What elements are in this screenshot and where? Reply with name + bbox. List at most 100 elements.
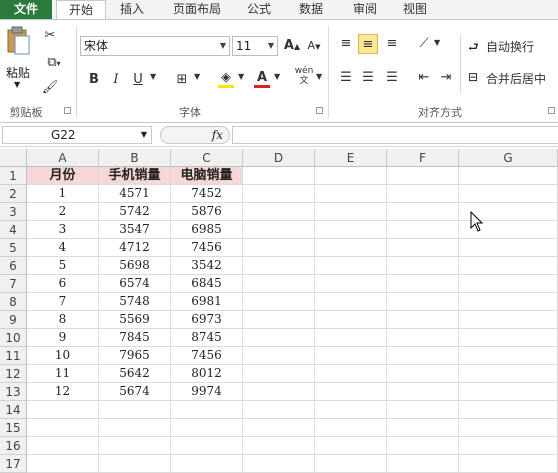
header-cell[interactable]: 月份 [27,167,99,185]
empty-cell[interactable] [243,257,315,275]
empty-cell[interactable] [243,221,315,239]
tab-formulas[interactable]: 公式 [238,0,280,19]
align-top-icon[interactable]: ≡ [336,34,356,54]
empty-cell[interactable] [459,437,558,455]
empty-cell[interactable] [243,401,315,419]
data-cell[interactable]: 7456 [171,347,243,365]
empty-cell[interactable] [387,185,459,203]
empty-cell[interactable] [171,437,243,455]
empty-cell[interactable] [387,239,459,257]
empty-cell[interactable] [387,275,459,293]
empty-cell[interactable] [387,311,459,329]
data-cell[interactable]: 9974 [171,383,243,401]
data-cell[interactable]: 6 [27,275,99,293]
empty-cell[interactable] [315,293,387,311]
clipboard-launcher-icon[interactable] [64,107,71,114]
empty-cell[interactable] [459,167,558,185]
empty-cell[interactable] [315,455,387,473]
empty-cell[interactable] [243,419,315,437]
tab-insert[interactable]: 插入 [108,0,156,19]
empty-cell[interactable] [315,347,387,365]
empty-cell[interactable] [99,455,171,473]
empty-cell[interactable] [459,365,558,383]
empty-cell[interactable] [459,329,558,347]
empty-cell[interactable] [459,347,558,365]
empty-cell[interactable] [315,257,387,275]
empty-cell[interactable] [315,365,387,383]
row-header[interactable]: 17 [0,455,27,473]
row-header[interactable]: 9 [0,311,27,329]
empty-cell[interactable] [387,203,459,221]
data-cell[interactable]: 11 [27,365,99,383]
empty-cell[interactable] [99,437,171,455]
empty-cell[interactable] [99,401,171,419]
empty-cell[interactable] [387,347,459,365]
empty-cell[interactable] [459,401,558,419]
empty-cell[interactable] [387,383,459,401]
copy-icon[interactable]: ⧉▾ [40,53,68,73]
column-header[interactable]: C [171,149,243,167]
tab-data[interactable]: 数据 [288,0,334,19]
increase-indent-icon[interactable]: ⇥ [436,68,456,88]
empty-cell[interactable] [315,167,387,185]
bold-button[interactable]: B [84,70,104,90]
align-right-icon[interactable]: ☰ [382,68,402,88]
empty-cell[interactable] [315,203,387,221]
empty-cell[interactable] [315,437,387,455]
empty-cell[interactable] [171,419,243,437]
empty-cell[interactable] [243,437,315,455]
empty-cell[interactable] [27,401,99,419]
data-cell[interactable]: 5698 [99,257,171,275]
empty-cell[interactable] [459,239,558,257]
empty-cell[interactable] [315,329,387,347]
data-cell[interactable]: 3542 [171,257,243,275]
row-header[interactable]: 2 [0,185,27,203]
empty-cell[interactable] [243,365,315,383]
row-header[interactable]: 13 [0,383,27,401]
font-launcher-icon[interactable] [316,107,323,114]
empty-cell[interactable] [315,239,387,257]
empty-cell[interactable] [387,257,459,275]
data-cell[interactable]: 7 [27,293,99,311]
empty-cell[interactable] [243,311,315,329]
data-cell[interactable]: 7965 [99,347,171,365]
empty-cell[interactable] [387,401,459,419]
data-cell[interactable]: 3 [27,221,99,239]
grow-font-button[interactable]: A▲ [282,36,302,56]
data-cell[interactable]: 6574 [99,275,171,293]
phonetic-dropdown-icon[interactable]: ▼ [316,72,322,81]
data-cell[interactable]: 4 [27,239,99,257]
data-cell[interactable]: 12 [27,383,99,401]
row-header[interactable]: 15 [0,419,27,437]
select-all-corner[interactable] [0,149,27,167]
underline-button[interactable]: U [128,70,148,90]
data-cell[interactable]: 8745 [171,329,243,347]
empty-cell[interactable] [387,437,459,455]
paste-button[interactable]: 粘贴 ▼ [4,26,34,89]
borders-dropdown-icon[interactable]: ▼ [194,72,200,81]
align-center-icon[interactable]: ☰ [358,68,378,88]
empty-cell[interactable] [387,167,459,185]
empty-cell[interactable] [315,221,387,239]
empty-cell[interactable] [315,401,387,419]
tab-review[interactable]: 审阅 [344,0,386,19]
data-cell[interactable]: 5642 [99,365,171,383]
phonetic-button[interactable]: wén 文 [292,66,316,86]
fill-color-dropdown-icon[interactable]: ▼ [238,72,244,81]
row-header[interactable]: 5 [0,239,27,257]
data-cell[interactable]: 6985 [171,221,243,239]
header-cell[interactable]: 手机销量 [99,167,171,185]
font-size-combo[interactable]: 11 ▼ [232,36,278,56]
empty-cell[interactable] [387,293,459,311]
orientation-icon[interactable]: ⟋ [414,34,434,54]
data-cell[interactable]: 5748 [99,293,171,311]
empty-cell[interactable] [243,239,315,257]
empty-cell[interactable] [459,383,558,401]
empty-cell[interactable] [315,383,387,401]
row-header[interactable]: 4 [0,221,27,239]
data-cell[interactable]: 6981 [171,293,243,311]
data-cell[interactable]: 1 [27,185,99,203]
fill-color-button[interactable]: ◈ [216,68,236,88]
paste-dropdown-icon[interactable]: ▼ [14,80,20,89]
empty-cell[interactable] [459,455,558,473]
